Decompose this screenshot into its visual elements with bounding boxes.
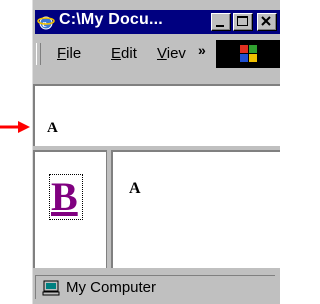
menu-overflow-chevron[interactable]: » [198,42,206,58]
status-zone-text: My Computer [66,279,157,296]
main-frame-text: A [129,180,141,197]
status-zone-panel: My Computer [35,275,275,299]
link-focus-box[interactable]: B [49,174,83,220]
ie-logo-icon: e [37,16,55,30]
browser-window: e C:\My Docu... File Edit Viev » A B A M… [32,0,280,304]
maximize-icon [237,16,248,26]
status-bar: My Computer [33,270,280,304]
computer-icon [42,280,60,296]
menu-edit[interactable]: Edit [111,45,137,62]
menu-view-accel: V [157,45,167,62]
minimize-button[interactable] [211,13,231,31]
minimize-icon [216,25,224,27]
b-link[interactable]: B [51,175,78,219]
menu-view-label: iev [166,45,186,62]
pointer-arrow-icon [0,121,30,133]
menu-file[interactable]: File [57,45,81,62]
top-frame-text: A [47,120,58,136]
toolbar-grip[interactable] [36,43,41,65]
left-frame: B [33,150,107,268]
throbber [216,40,280,68]
menu-file-label: ile [66,45,82,62]
maximize-button[interactable] [233,13,253,31]
menu-bar: File Edit Viev » [33,38,280,70]
top-frame: A [33,84,280,146]
main-frame: A [111,150,280,268]
windows-logo-icon [240,45,257,62]
menu-edit-accel: E [111,45,122,62]
close-button[interactable] [257,13,277,31]
window-title: C:\My Docu... [59,11,163,28]
title-bar[interactable]: e C:\My Docu... [35,10,280,34]
close-icon [261,16,271,26]
menu-view[interactable]: Viev [157,45,186,62]
menu-edit-label: dit [121,45,137,62]
menu-file-accel: F [57,45,67,62]
